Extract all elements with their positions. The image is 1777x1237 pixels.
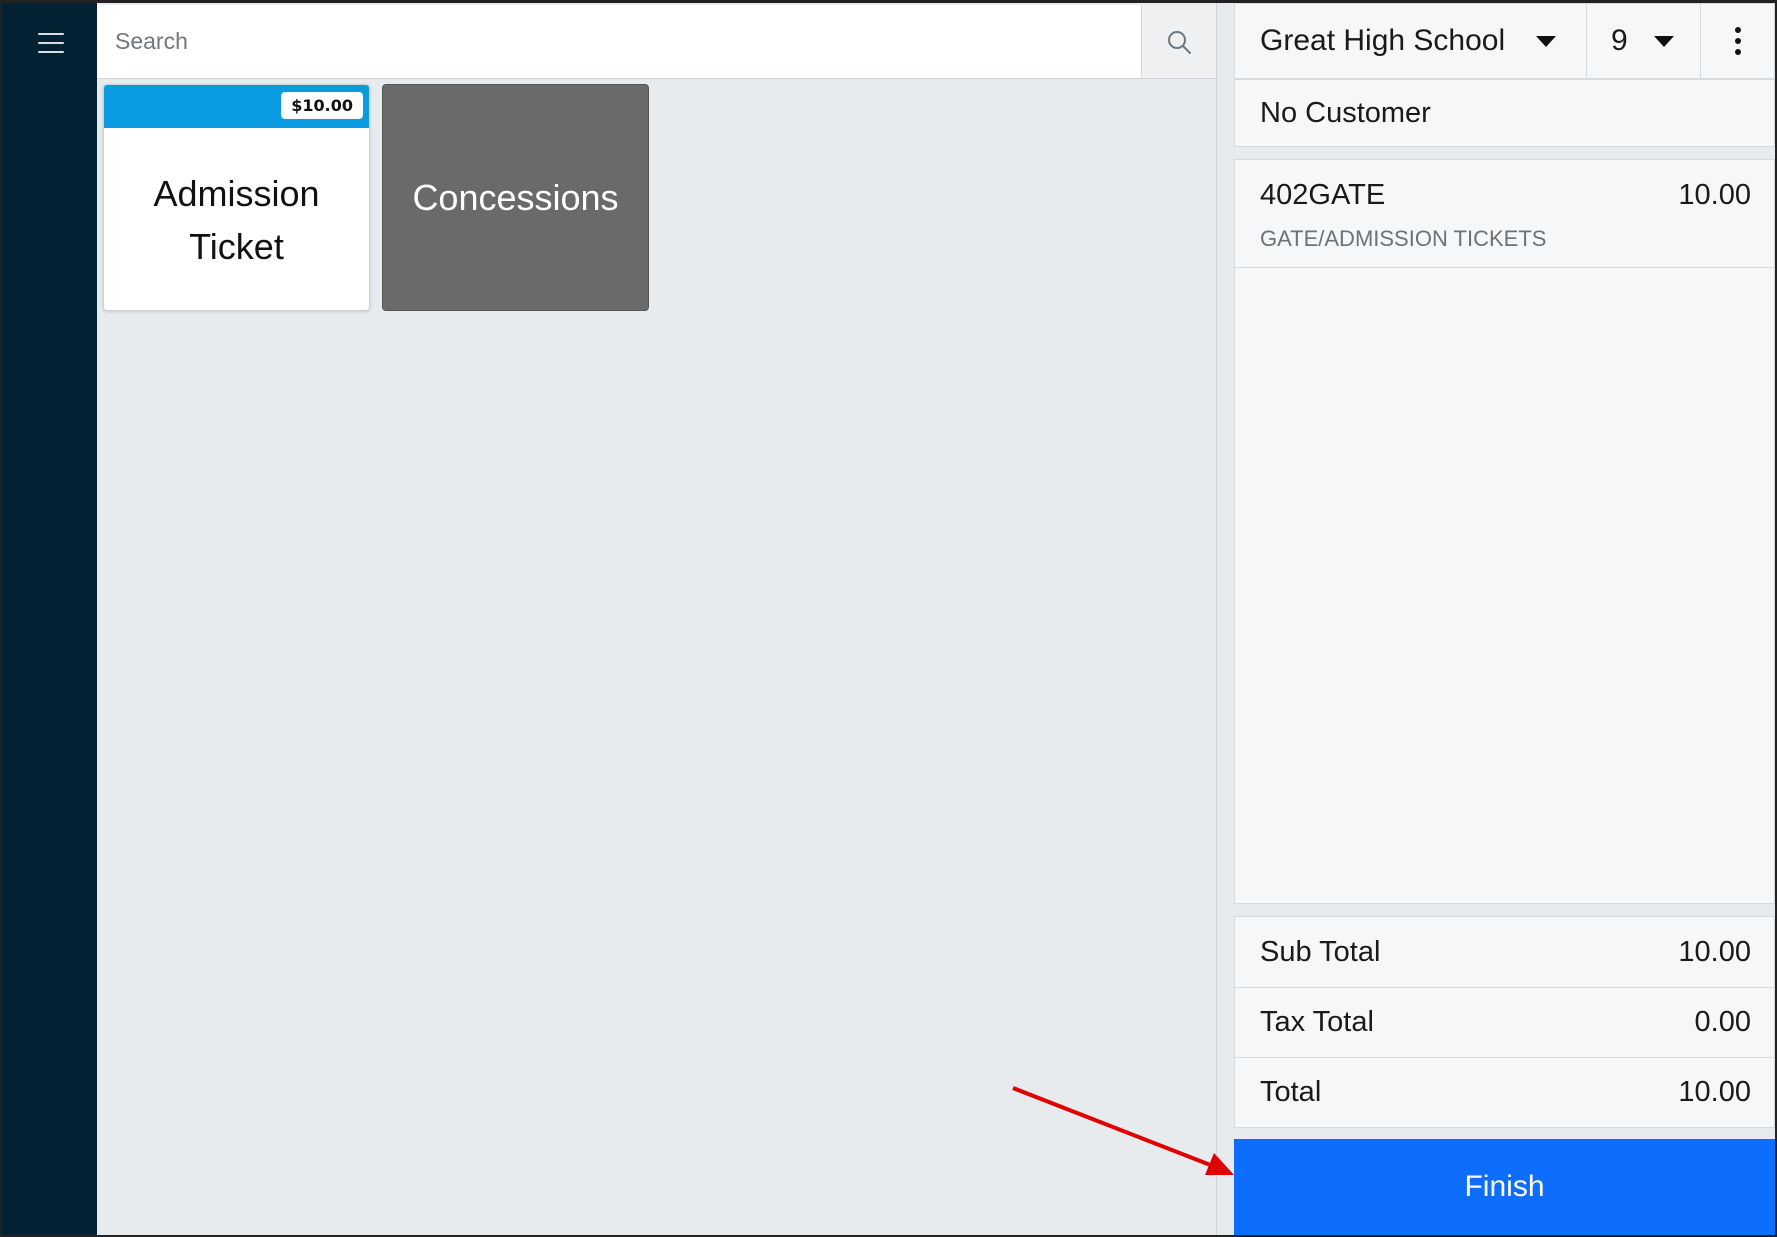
price-badge: $10.00 [281,92,363,119]
location-select[interactable]: Great High School [1235,4,1587,78]
tile-header: $10.00 [104,85,369,128]
search-bar [97,5,1216,79]
subtotal-label: Sub Total [1260,935,1381,968]
search-button[interactable] [1141,5,1216,78]
item-category: GATE/ADMISSION TICKETS [1260,226,1547,251]
order-items-list: 402GATE 10.00 GATE/ADMISSION TICKETS [1234,159,1775,904]
line-item[interactable]: 402GATE 10.00 GATE/ADMISSION TICKETS [1235,160,1774,268]
search-input[interactable] [97,5,1141,78]
category-tile-concessions[interactable]: Concessions [382,84,649,311]
customer-selector[interactable]: No Customer [1234,79,1775,147]
total-label: Total [1260,1076,1322,1108]
menu-icon[interactable] [34,28,68,58]
product-tile-admission-ticket[interactable]: $10.00 Admission Ticket [103,84,370,311]
register-number-value: 9 [1611,24,1628,57]
tile-label: Admission Ticket [153,173,320,267]
finish-button[interactable]: Finish [1234,1139,1775,1235]
search-icon [1168,30,1191,54]
caret-down-icon [1536,35,1556,47]
tax-total-row: Tax Total 0.00 [1235,987,1774,1057]
panel-divider [1216,3,1217,1235]
totals-panel: Sub Total 10.00 Tax Total 0.00 Total 10.… [1234,916,1775,1128]
sidebar [2,3,97,1235]
customer-label: No Customer [1260,96,1431,129]
subtotal-row: Sub Total 10.00 [1235,917,1774,987]
location-value: Great High School [1260,24,1506,57]
register-header: Great High School 9 [1234,3,1775,79]
more-vertical-icon[interactable] [1701,4,1774,78]
item-amount: 10.00 [1678,179,1751,211]
register-number-select[interactable]: 9 [1587,4,1701,78]
tile-label: Concessions [412,176,619,218]
caret-down-icon [1654,35,1674,47]
total-row: Total 10.00 [1235,1057,1774,1127]
pos-app: $10.00 Admission Ticket Concessions Grea… [2,3,1775,1235]
tax-total-label: Tax Total [1260,1006,1374,1038]
total-value: 10.00 [1678,1076,1751,1108]
item-code: 402GATE [1260,179,1386,211]
subtotal-value: 10.00 [1678,935,1751,968]
tax-total-value: 0.00 [1694,1006,1751,1038]
